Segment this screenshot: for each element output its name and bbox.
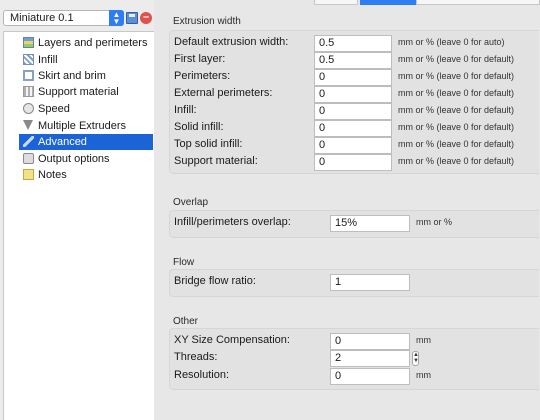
unit-hint: mm or % (416, 217, 452, 227)
tree-item-label: Support material (38, 86, 119, 98)
chevron-updown-icon[interactable]: ▲ ▼ (109, 10, 124, 26)
wrench-icon (23, 136, 34, 147)
section-title-other: Other (173, 316, 199, 327)
field-label: Threads: (174, 351, 218, 363)
extrusion-row-external-perimeters: External perimeters: 0 mm or % (leave 0 … (174, 86, 540, 103)
extrusion-row-infill: Infill: 0 mm or % (leave 0 for default) (174, 103, 540, 120)
external-perimeters-input[interactable]: 0 (314, 86, 392, 103)
unit-hint: mm or % (leave 0 for default) (398, 139, 515, 149)
other-row-resolution: Resolution: 0 mm (174, 368, 540, 385)
settings-sidebar: Miniature 0.1 ▲ ▼ – Layers and perimeters… (0, 0, 154, 420)
tree-item-output-options[interactable]: Output options (19, 151, 153, 167)
default-extrusion-width-input[interactable]: 0.5 (314, 35, 392, 52)
tree-item-support-material[interactable]: Support material (19, 84, 153, 100)
layers-icon (23, 37, 34, 48)
preset-dropdown[interactable]: Miniature 0.1 ▲ ▼ (3, 10, 124, 26)
section-title-overlap: Overlap (173, 197, 209, 208)
threads-input[interactable]: 2 (330, 350, 410, 367)
unit-hint: mm or % (leave 0 for default) (398, 54, 515, 64)
infill-input[interactable]: 0 (314, 103, 392, 120)
output-icon (23, 153, 34, 164)
top-solid-infill-input[interactable]: 0 (314, 137, 392, 154)
solid-infill-input[interactable]: 0 (314, 120, 392, 137)
top-tab-bar (154, 0, 540, 5)
extrusion-row-solid-infill: Solid infill: 0 mm or % (leave 0 for def… (174, 120, 540, 137)
settings-tree: Layers and perimeters Infill Skirt and b… (3, 31, 154, 420)
extrusion-row-top-solid-infill: Top solid infill: 0 mm or % (leave 0 for… (174, 137, 540, 154)
support-icon (23, 86, 34, 97)
field-label: Default extrusion width: (174, 36, 289, 48)
field-label: First layer: (174, 53, 226, 65)
unit-hint: mm or % (leave 0 for default) (398, 122, 515, 132)
extrusion-row-support-material: Support material: 0 mm or % (leave 0 for… (174, 154, 540, 171)
tree-item-label: Advanced (38, 136, 87, 148)
preset-dropdown-value: Miniature 0.1 (10, 12, 74, 24)
perimeters-input[interactable]: 0 (314, 69, 392, 86)
tree-item-label: Skirt and brim (38, 70, 106, 82)
unit-hint: mm (416, 370, 431, 380)
field-label: Bridge flow ratio: (174, 275, 256, 287)
extrusion-row-perimeters: Perimeters: 0 mm or % (leave 0 for defau… (174, 69, 540, 86)
tree-item-label: Infill (38, 54, 58, 66)
infill-icon (23, 54, 34, 65)
tree-item-multiple-extruders[interactable]: Multiple Extruders (19, 118, 153, 134)
support-material-input[interactable]: 0 (314, 154, 392, 171)
other-row-threads: Threads: 2 ▲ ▼ (174, 350, 540, 367)
first-layer-input[interactable]: 0.5 (314, 52, 392, 69)
tree-item-skirt-and-brim[interactable]: Skirt and brim (19, 68, 153, 84)
threads-stepper[interactable]: ▲ ▼ (412, 351, 419, 366)
tree-item-label: Multiple Extruders (38, 120, 127, 132)
tree-item-advanced[interactable]: Advanced (19, 134, 153, 150)
funnel-icon (23, 120, 33, 130)
flow-row: Bridge flow ratio: 1 (174, 274, 540, 291)
field-label: Top solid infill: (174, 138, 243, 150)
field-label: Resolution: (174, 369, 230, 381)
tree-item-label: Output options (38, 153, 110, 165)
unit-hint: mm or % (leave 0 for default) (398, 156, 515, 166)
delete-icon[interactable]: – (140, 12, 152, 24)
unit-hint: mm (416, 335, 431, 345)
field-label: XY Size Compensation: (174, 334, 290, 346)
tree-item-layers-and-perimeters[interactable]: Layers and perimeters (19, 35, 153, 51)
tree-item-speed[interactable]: Speed (19, 101, 153, 117)
field-label: Support material: (174, 155, 258, 167)
field-label: Infill/perimeters overlap: (174, 216, 291, 228)
xy-size-compensation-input[interactable]: 0 (330, 333, 410, 350)
field-label: External perimeters: (174, 87, 273, 99)
notes-icon (23, 169, 34, 180)
other-row-xy-compensation: XY Size Compensation: 0 mm (174, 333, 540, 350)
extrusion-row-default: Default extrusion width: 0.5 mm or % (le… (174, 35, 540, 52)
overlap-row: Infill/perimeters overlap: 15% mm or % (174, 215, 540, 232)
speed-icon (23, 103, 34, 114)
unit-hint: mm or % (leave 0 for default) (398, 71, 515, 81)
bridge-flow-ratio-input[interactable]: 1 (330, 274, 410, 291)
settings-panel: Extrusion width Default extrusion width:… (154, 0, 540, 420)
tree-item-label: Notes (38, 169, 67, 181)
field-label: Perimeters: (174, 70, 231, 82)
tab-right[interactable] (416, 0, 540, 5)
unit-hint: mm or % (leave 0 for default) (398, 105, 515, 115)
tab-left[interactable] (314, 0, 358, 5)
tree-item-infill[interactable]: Infill (19, 52, 153, 68)
section-title-extrusion-width: Extrusion width (173, 16, 241, 27)
section-title-flow: Flow (173, 257, 195, 268)
tree-item-label: Layers and perimeters (38, 37, 148, 49)
unit-hint: mm or % (leave 0 for auto) (398, 37, 505, 47)
skirt-icon (23, 70, 34, 81)
tab-active[interactable] (360, 0, 416, 5)
unit-hint: mm or % (leave 0 for default) (398, 88, 515, 98)
field-label: Infill: (174, 104, 197, 116)
extrusion-row-first-layer: First layer: 0.5 mm or % (leave 0 for de… (174, 52, 540, 69)
infill-perimeters-overlap-input[interactable]: 15% (330, 215, 410, 232)
tree-item-label: Speed (38, 103, 70, 115)
save-icon[interactable] (126, 12, 138, 24)
resolution-input[interactable]: 0 (330, 368, 410, 385)
field-label: Solid infill: (174, 121, 224, 133)
tree-item-notes[interactable]: Notes (19, 167, 153, 183)
